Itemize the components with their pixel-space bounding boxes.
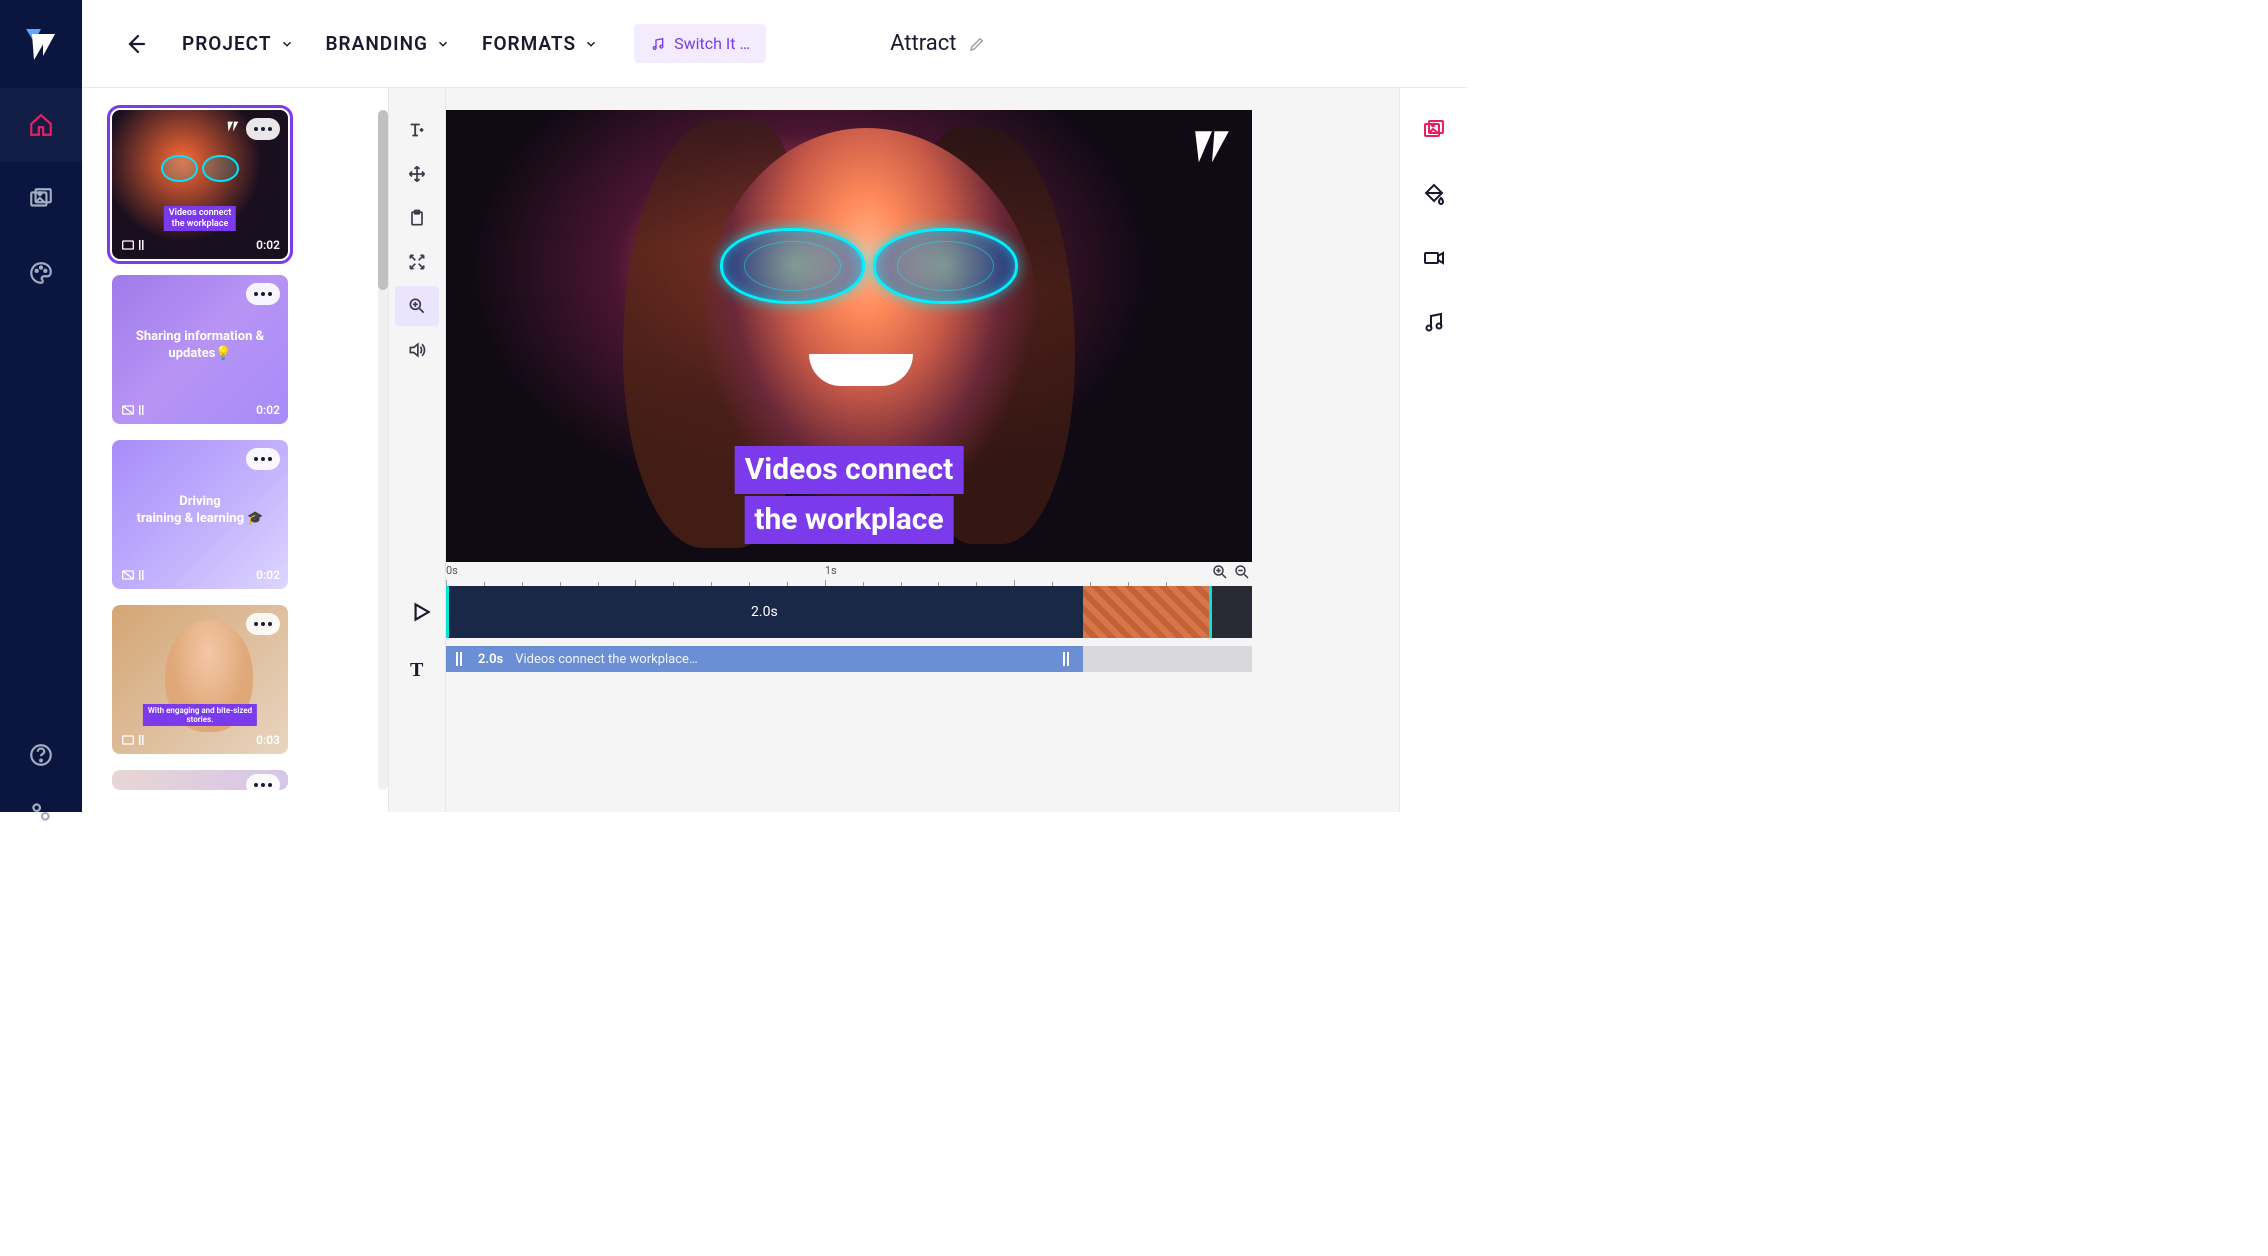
menu-branding-label: BRANDING — [326, 32, 429, 55]
preview-text-line2: the workplace — [744, 496, 953, 544]
right-fill-button[interactable] — [1414, 174, 1454, 214]
clip-handle-left[interactable] — [456, 652, 466, 666]
scene-panel: Videos connectthe workplace 0:02 Sharing… — [82, 88, 378, 812]
scene-duration: 0:03 — [256, 733, 280, 747]
tool-text[interactable] — [395, 110, 439, 150]
scene-type-icon — [120, 402, 145, 418]
scene-scrollbar[interactable] — [378, 110, 388, 790]
project-title-area: Attract — [890, 31, 986, 56]
timeline-zoom-in[interactable] — [1210, 562, 1230, 582]
menu-project[interactable]: PROJECT — [178, 24, 298, 63]
project-title: Attract — [890, 31, 956, 56]
timeline: 0s 1s — [446, 562, 1252, 674]
tool-rail — [388, 88, 446, 812]
scene-card[interactable]: With engaging and bite-sizedstories. 0:0… — [112, 605, 288, 754]
text-track-tail — [1083, 646, 1252, 672]
chevron-down-icon — [436, 37, 450, 51]
scene-overlay-text: Drivingtraining & learning 🎓 — [112, 494, 288, 528]
chevron-down-icon — [584, 37, 598, 51]
preview-text-line1: Videos connect — [735, 446, 964, 494]
clip-handle-right[interactable] — [1063, 652, 1073, 666]
nav-settings[interactable] — [0, 792, 82, 832]
menu-project-label: PROJECT — [182, 32, 272, 55]
tool-move[interactable] — [395, 154, 439, 194]
nav-media[interactable] — [0, 162, 82, 236]
music-switch-button[interactable]: Switch It … — [634, 24, 766, 63]
chevron-down-icon — [280, 37, 294, 51]
transition-clip[interactable] — [1083, 586, 1212, 638]
ruler-mark: 0s — [446, 564, 458, 577]
music-switch-label: Switch It … — [674, 34, 750, 53]
preview-canvas[interactable]: Videos connect the workplace — [446, 110, 1252, 562]
menu-branding[interactable]: BRANDING — [322, 24, 455, 63]
scene-duration: 0:02 — [256, 403, 280, 417]
scene-overlay-text: Videos connectthe workplace — [164, 206, 236, 231]
scene-menu-button[interactable] — [246, 118, 280, 140]
menu-formats-label: FORMATS — [482, 32, 576, 55]
play-button[interactable] — [408, 599, 434, 625]
scene-card[interactable]: Drivingtraining & learning 🎓 0:02 — [112, 440, 288, 589]
right-image-button[interactable] — [1414, 110, 1454, 150]
tool-expand[interactable] — [395, 242, 439, 282]
right-video-button[interactable] — [1414, 238, 1454, 278]
tool-zoom[interactable] — [395, 286, 439, 326]
scene-menu-button[interactable] — [246, 613, 280, 635]
tool-volume[interactable] — [395, 330, 439, 370]
scene-menu-button[interactable] — [246, 448, 280, 470]
video-track[interactable]: 2.0s — [446, 586, 1252, 638]
canvas-area: Videos connect the workplace 0s 1s — [446, 88, 1399, 812]
scene-card[interactable]: Sharing information & updates💡 0:02 — [112, 275, 288, 424]
text-clip[interactable]: 2.0s Videos connect the workplace… — [446, 646, 1083, 672]
app-logo — [0, 0, 82, 88]
track-tail — [1212, 586, 1252, 638]
scene-duration: 0:02 — [256, 238, 280, 252]
tool-clipboard[interactable] — [395, 198, 439, 238]
nav-rail — [0, 0, 82, 812]
nav-help[interactable] — [0, 718, 82, 792]
scene-duration: 0:02 — [256, 568, 280, 582]
edit-title-icon[interactable] — [968, 35, 986, 53]
music-note-icon — [650, 36, 666, 52]
clip-duration-label: 2.0s — [751, 604, 778, 620]
back-button[interactable] — [114, 24, 154, 64]
nav-home[interactable] — [0, 88, 82, 162]
nav-palette[interactable] — [0, 236, 82, 310]
preview-logo-icon — [1188, 124, 1236, 172]
scene-logo-icon — [224, 118, 242, 136]
text-track-icon: T — [410, 659, 423, 682]
right-rail — [1399, 88, 1467, 812]
right-music-button[interactable] — [1414, 302, 1454, 342]
preview-text-overlay[interactable]: Videos connect the workplace — [735, 446, 964, 546]
video-clip[interactable]: 2.0s — [446, 586, 1083, 638]
timeline-ruler[interactable]: 0s 1s — [446, 562, 1252, 586]
timeline-zoom-out[interactable] — [1232, 562, 1252, 582]
ruler-mark: 1s — [825, 564, 837, 577]
scene-overlay-text: With engaging and bite-sizedstories. — [143, 704, 257, 726]
text-clip-duration: 2.0s — [478, 652, 503, 667]
text-clip-label: Videos connect the workplace… — [515, 652, 697, 667]
scene-type-icon — [120, 732, 145, 748]
menu-formats[interactable]: FORMATS — [478, 24, 602, 63]
scene-type-icon — [120, 567, 145, 583]
scene-card[interactable] — [112, 770, 288, 790]
scene-type-icon — [120, 237, 145, 253]
scene-menu-button[interactable] — [246, 283, 280, 305]
scene-card[interactable]: Videos connectthe workplace 0:02 — [112, 110, 288, 259]
scene-menu-button[interactable] — [246, 774, 280, 790]
topbar: PROJECT BRANDING FORMATS Switch It … Att… — [82, 0, 1467, 88]
scene-overlay-text: Sharing information & updates💡 — [112, 329, 288, 363]
